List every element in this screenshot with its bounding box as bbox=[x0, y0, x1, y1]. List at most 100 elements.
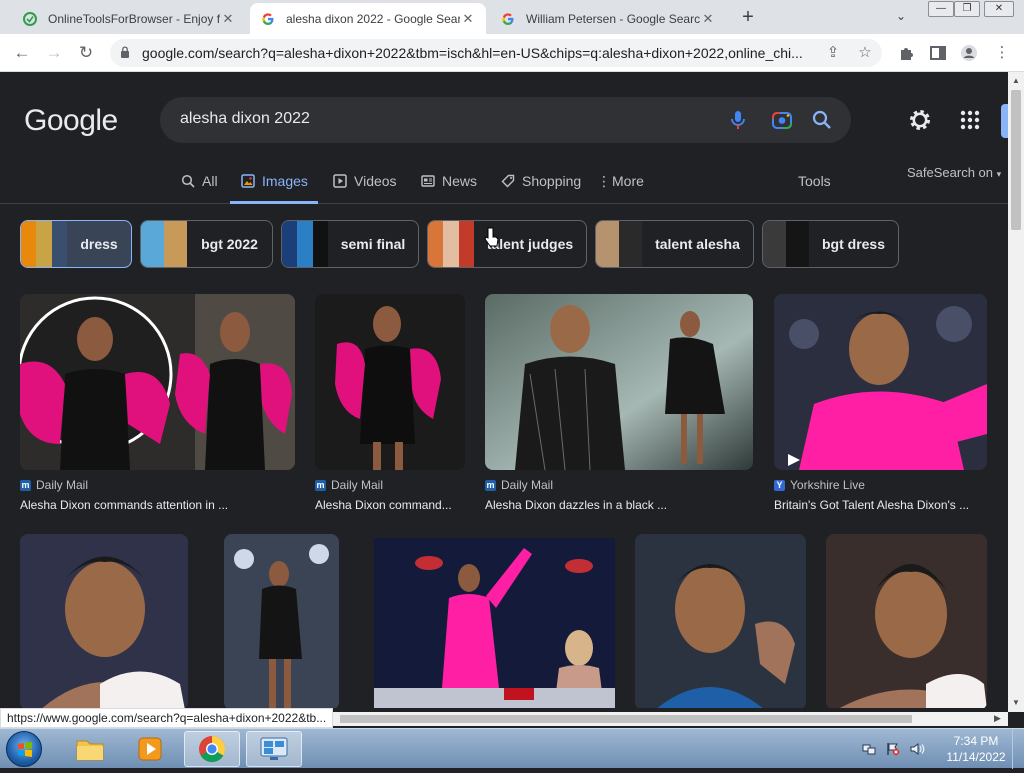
result-source[interactable]: m Daily Mail bbox=[20, 478, 88, 492]
result-image[interactable] bbox=[374, 538, 615, 708]
image-result[interactable] bbox=[20, 534, 188, 708]
chip-bgt-2022[interactable]: bgt 2022 bbox=[140, 220, 273, 268]
chip-label: talent alesha bbox=[655, 236, 740, 252]
tab-more[interactable]: ⋮ More bbox=[597, 168, 644, 204]
lock-icon[interactable] bbox=[120, 46, 130, 58]
source-name: Yorkshire Live bbox=[790, 478, 865, 492]
side-panel-icon[interactable] bbox=[929, 44, 947, 62]
image-result[interactable] bbox=[826, 534, 987, 708]
tab-videos[interactable]: Videos bbox=[332, 168, 397, 204]
scrollbar-thumb[interactable] bbox=[1011, 90, 1021, 230]
menu-kebab-icon[interactable]: ⋮ bbox=[993, 44, 1011, 62]
safesearch-label: SafeSearch on bbox=[907, 165, 994, 180]
minimize-button[interactable]: — bbox=[928, 1, 954, 17]
source-name: Daily Mail bbox=[36, 478, 89, 492]
google-logo[interactable]: Google bbox=[24, 104, 118, 138]
profile-avatar-icon[interactable] bbox=[960, 44, 978, 62]
forward-arrow-icon[interactable]: → bbox=[42, 41, 66, 65]
search-icon[interactable] bbox=[811, 109, 833, 131]
tab-alesha-dixon[interactable]: alesha dixon 2022 - Google Sear ✕ bbox=[250, 3, 486, 34]
restore-button[interactable]: ❐ bbox=[954, 1, 980, 17]
tools-button[interactable]: Tools bbox=[798, 173, 831, 189]
settings-gear-icon[interactable] bbox=[908, 108, 932, 132]
tab-onlinetools[interactable]: OnlineToolsForBrowser - Enjoy fr ✕ bbox=[12, 3, 246, 34]
image-result[interactable] bbox=[374, 538, 615, 708]
chip-talent-judges[interactable]: talent judges bbox=[427, 220, 587, 268]
result-caption[interactable]: Britain's Got Talent Alesha Dixon's ... bbox=[774, 498, 987, 512]
tab-close-icon[interactable]: ✕ bbox=[460, 11, 476, 27]
result-image[interactable] bbox=[20, 294, 295, 470]
volume-speaker-icon[interactable] bbox=[910, 742, 926, 756]
tab-close-icon[interactable]: ✕ bbox=[700, 11, 716, 27]
tab-close-icon[interactable]: ✕ bbox=[220, 11, 236, 27]
image-result[interactable]: m Daily Mail Alesha Dixon dazzles in a b… bbox=[485, 294, 753, 514]
chip-bgt-dress[interactable]: bgt dress bbox=[762, 220, 899, 268]
search-input[interactable]: alesha dixon 2022 bbox=[180, 110, 310, 128]
extensions-puzzle-icon[interactable] bbox=[898, 44, 916, 62]
tab-william-petersen[interactable]: William Petersen - Google Search ✕ bbox=[490, 3, 726, 34]
new-tab-button[interactable]: + bbox=[737, 6, 759, 28]
chip-talent-alesha[interactable]: talent alesha bbox=[595, 220, 754, 268]
scroll-up-arrow-icon[interactable]: ▲ bbox=[1012, 76, 1020, 85]
sign-in-button-edge[interactable] bbox=[1001, 104, 1008, 138]
taskbar-clock[interactable]: 7:34 PM 11/14/2022 bbox=[944, 733, 1008, 765]
url-text[interactable]: google.com/search?q=alesha+dixon+2022&tb… bbox=[142, 45, 802, 61]
result-source[interactable]: m Daily Mail bbox=[485, 478, 553, 492]
dailymail-favicon-icon: m bbox=[20, 479, 31, 491]
chip-thumbnail bbox=[763, 221, 809, 267]
file-explorer-folder-icon[interactable] bbox=[62, 731, 118, 767]
scroll-right-arrow-icon[interactable]: ▶ bbox=[994, 713, 1001, 724]
result-image[interactable] bbox=[20, 534, 188, 708]
safesearch-dropdown[interactable]: SafeSearch on ▾ bbox=[907, 165, 1001, 180]
show-desktop-button[interactable] bbox=[1012, 729, 1024, 769]
media-player-icon[interactable] bbox=[122, 731, 178, 767]
bookmark-star-icon[interactable]: ☆ bbox=[856, 44, 874, 62]
result-image[interactable] bbox=[826, 534, 987, 708]
reload-icon[interactable]: ↻ bbox=[74, 41, 98, 65]
horizontal-scrollbar-thumb[interactable] bbox=[340, 715, 912, 723]
image-result[interactable]: Y Yorkshire Live Britain's Got Talent Al… bbox=[774, 294, 987, 514]
network-icon[interactable] bbox=[862, 742, 876, 756]
result-image[interactable] bbox=[224, 534, 339, 708]
search-box[interactable]: alesha dixon 2022 bbox=[160, 97, 851, 143]
result-source[interactable]: m Daily Mail bbox=[315, 478, 383, 492]
scroll-down-arrow-icon[interactable]: ▼ bbox=[1012, 698, 1020, 707]
tab-all[interactable]: All bbox=[180, 168, 218, 204]
google-apps-grid-icon[interactable] bbox=[960, 110, 980, 130]
chip-semi-final[interactable]: semi final bbox=[281, 220, 419, 268]
result-source[interactable]: Y Yorkshire Live bbox=[774, 478, 865, 492]
chip-thumbnail bbox=[21, 221, 67, 267]
image-result[interactable] bbox=[635, 534, 806, 708]
chrome-browser-icon[interactable] bbox=[184, 731, 240, 767]
result-image[interactable] bbox=[774, 294, 987, 470]
tab-search-chevron-down-icon[interactable]: ⌄ bbox=[896, 9, 906, 23]
image-result[interactable]: m Daily Mail Alesha Dixon command... bbox=[315, 294, 465, 514]
microphone-icon[interactable] bbox=[727, 109, 749, 131]
page-scrollbar[interactable]: ▲ ▼ bbox=[1008, 72, 1024, 712]
share-icon[interactable]: ⇪ bbox=[824, 44, 842, 62]
caret-down-icon: ▾ bbox=[996, 169, 1002, 179]
google-lens-camera-icon[interactable] bbox=[771, 109, 793, 131]
back-arrow-icon[interactable]: ← bbox=[10, 41, 34, 65]
play-icon bbox=[332, 173, 348, 189]
address-bar[interactable]: google.com/search?q=alesha+dixon+2022&tb… bbox=[110, 39, 882, 67]
result-caption[interactable]: Alesha Dixon commands attention in ... bbox=[20, 498, 295, 512]
result-caption[interactable]: Alesha Dixon dazzles in a black ... bbox=[485, 498, 753, 512]
action-center-flag-icon[interactable] bbox=[886, 742, 900, 756]
result-image[interactable] bbox=[485, 294, 753, 470]
image-result[interactable]: m Daily Mail Alesha Dixon commands atten… bbox=[20, 294, 295, 514]
close-window-button[interactable]: ✕ bbox=[984, 1, 1014, 17]
tab-shopping[interactable]: Shopping bbox=[500, 168, 581, 204]
result-image[interactable] bbox=[635, 534, 806, 708]
result-image[interactable] bbox=[315, 294, 465, 470]
tab-news[interactable]: News bbox=[420, 168, 477, 204]
remote-desktop-app-icon[interactable] bbox=[246, 731, 302, 767]
tab-label: More bbox=[612, 173, 644, 189]
start-button-windows-icon[interactable] bbox=[6, 731, 42, 767]
tab-label: News bbox=[442, 173, 478, 189]
related-search-chips: dress bgt 2022 semi final talent judges … bbox=[20, 220, 920, 268]
result-caption[interactable]: Alesha Dixon command... bbox=[315, 498, 465, 512]
image-result[interactable] bbox=[224, 534, 339, 708]
tab-images[interactable]: Images bbox=[230, 168, 318, 204]
chip-dress[interactable]: dress bbox=[20, 220, 132, 268]
